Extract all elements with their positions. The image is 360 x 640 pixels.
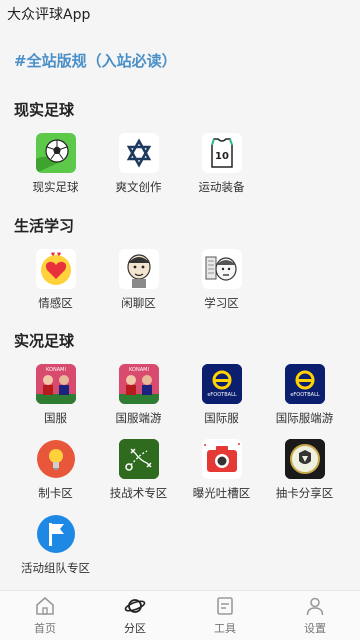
forum-complaints[interactable]: 曝光吐槽区 [180,439,263,514]
document-icon [217,597,233,615]
section-title-life-study: 生活学习 [14,217,75,235]
konami-poster-icon: KONAMI [35,364,76,404]
forum-card-draw-share[interactable]: 抽卡分享区 [263,439,346,514]
section-grid-life-study: ♥ ♥ 情感区 闲聊区 学习区 [14,249,346,324]
tab-label: 工具 [214,622,236,635]
heart-sticker-icon: ♥ ♥ [35,249,76,289]
forum-card-making[interactable]: 制卡区 [14,439,97,514]
app-title: 大众评球App [7,7,91,23]
forum-label: 国际服 [204,411,239,425]
home-icon [36,596,54,615]
forum-cn-server-pc[interactable]: KONAMI 国服端游 [97,364,180,439]
section-title-pes: 实况足球 [14,332,75,350]
efootball-text: eFOOTBALL [290,392,320,398]
forum-fiction-writing[interactable]: 爽文创作 [97,133,180,208]
forum-label: 国服 [44,411,67,425]
forum-label: 情感区 [38,296,73,310]
forum-label: 国服端游 [115,411,162,425]
forum-label: 活动组队专区 [21,561,90,575]
tab-home[interactable]: 首页 [0,591,90,640]
forum-real-football[interactable]: 现实足球 [14,133,97,208]
forum-label: 制卡区 [38,486,73,500]
tab-settings[interactable]: 设置 [270,591,360,640]
svg-text:♥ ♥: ♥ ♥ [50,252,61,258]
planet-icon [124,599,146,613]
bottom-tab-bar: 首页 分区 工具 设置 [0,590,360,640]
svg-text:10: 10 [215,151,229,162]
konami-text: KONAMI [46,367,66,373]
card-badge-icon [284,439,325,479]
soccer-ball-icon [35,133,76,173]
flag-icon [36,514,76,554]
forum-intl-server[interactable]: eFOOTBALL 国际服 [180,364,263,439]
forum-cn-server[interactable]: KONAMI 国服 [14,364,97,439]
konami-poster-icon: KONAMI [118,364,159,404]
forum-emotion[interactable]: ♥ ♥ 情感区 [14,249,97,324]
camera-icon [201,439,242,479]
star-of-david-icon [118,133,159,173]
user-icon [306,597,324,616]
forum-events-teams[interactable]: 活动组队专区 [14,514,97,589]
tactics-board-icon [118,439,159,479]
section-grid-real-football: 现实足球 爽文创作 10 运动装备 [14,133,346,208]
tab-label: 首页 [34,622,56,635]
section-title-real-football: 现实足球 [14,101,75,119]
forum-label: 爽文创作 [115,180,162,194]
efootball-icon: eFOOTBALL [284,364,325,404]
forum-chat[interactable]: 闲聊区 [97,249,180,324]
forum-label: 技战术专区 [109,486,168,500]
jersey-icon: 10 [201,133,242,173]
tab-tools[interactable]: 工具 [180,591,270,640]
forum-label: 闲聊区 [121,296,156,310]
section-grid-pes: KONAMI 国服 KONAMI 国服端游 eFOOTBALL 国际服 eFOO… [14,364,346,589]
forum-intl-server-pc[interactable]: eFOOTBALL 国际服端游 [263,364,346,439]
forum-label: 运动装备 [198,180,245,194]
lightbulb-icon [36,439,76,479]
forum-label: 国际服端游 [275,411,334,425]
cartoon-face-icon [118,249,159,289]
tab-label: 分区 [124,622,146,635]
forum-label: 抽卡分享区 [275,486,334,500]
forum-label: 现实足球 [32,180,79,194]
forum-tactics[interactable]: 技战术专区 [97,439,180,514]
pinned-rules-link[interactable]: #全站版规（入站必读） [14,50,177,71]
forum-label: 学习区 [204,296,239,310]
efootball-text: eFOOTBALL [207,392,237,398]
efootball-icon: eFOOTBALL [201,364,242,404]
forum-sports-gear[interactable]: 10 运动装备 [180,133,263,208]
tab-label: 设置 [304,622,326,635]
sketch-face-icon [201,249,242,289]
tab-sections[interactable]: 分区 [90,591,180,640]
konami-text: KONAMI [129,367,149,373]
forum-label: 曝光吐槽区 [192,486,251,500]
forum-study[interactable]: 学习区 [180,249,263,324]
